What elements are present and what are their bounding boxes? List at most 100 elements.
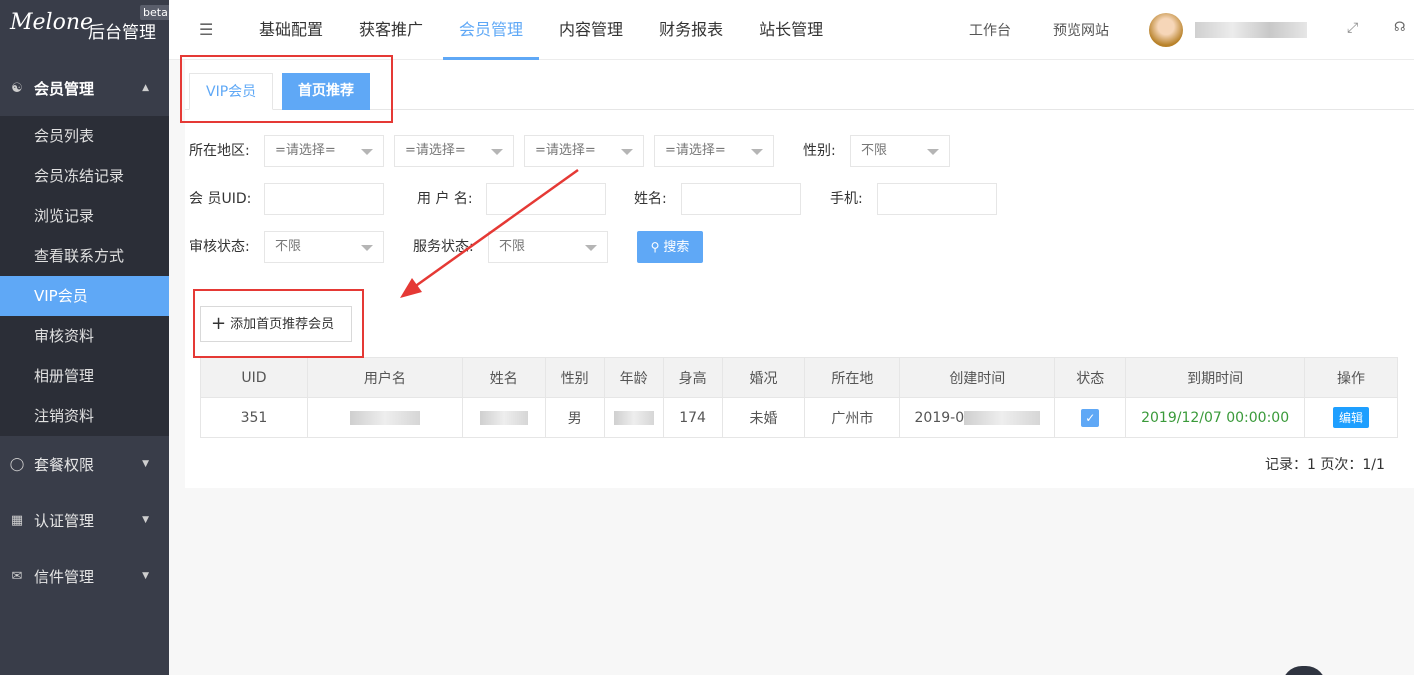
username-input[interactable] bbox=[486, 183, 606, 215]
th-age: 年龄 bbox=[603, 357, 664, 398]
sidebar-item-vip[interactable]: VIP会员 bbox=[0, 276, 169, 316]
created-prefix: 2019-0 bbox=[914, 409, 965, 426]
service-status-label: 服务状态: bbox=[413, 239, 474, 255]
blurred-created bbox=[964, 410, 1041, 425]
annotation-box-tabs bbox=[180, 55, 393, 123]
caret-down-icon bbox=[621, 149, 633, 155]
province-select[interactable]: =请选择= bbox=[264, 135, 384, 167]
th-created: 创建时间 bbox=[899, 357, 1056, 398]
region-label: 所在地区: bbox=[189, 143, 250, 159]
user-icon: ☯ bbox=[11, 80, 23, 96]
content-card: VIP会员 首页推荐 所在地区: =请选择= =请选择= =请选择= =请选择=… bbox=[185, 60, 1414, 488]
avatar[interactable] bbox=[1149, 13, 1183, 47]
sidebar-item-album[interactable]: 相册管理 bbox=[0, 356, 169, 396]
cell-username bbox=[306, 397, 463, 438]
sidebar-item-cancel[interactable]: 注销资料 bbox=[0, 396, 169, 436]
phone-label: 手机: bbox=[830, 191, 863, 207]
gender-label: 性别: bbox=[803, 143, 836, 159]
chevron-down-icon: ▼ bbox=[142, 459, 149, 469]
logo-script: Melone bbox=[10, 10, 94, 35]
th-height: 身高 bbox=[662, 357, 723, 398]
username-blurred[interactable] bbox=[1195, 22, 1307, 38]
th-status: 状态 bbox=[1054, 357, 1127, 398]
cell-uid: 351 bbox=[200, 397, 308, 438]
gender-select[interactable]: 不限 bbox=[850, 135, 950, 167]
beta-badge: beta bbox=[140, 5, 171, 20]
checkbox-checked-icon[interactable]: ✓ bbox=[1081, 408, 1100, 427]
th-name: 姓名 bbox=[461, 357, 546, 398]
th-uid: UID bbox=[200, 357, 308, 398]
caret-down-icon bbox=[361, 149, 373, 155]
select-value: =请选择= bbox=[535, 143, 596, 158]
logo-title: 后台管理 bbox=[88, 23, 156, 43]
id-card-icon: ▦ bbox=[10, 512, 24, 528]
search-button[interactable]: ⚲ 搜索 bbox=[637, 231, 703, 263]
th-location: 所在地 bbox=[804, 357, 901, 398]
select-value: =请选择= bbox=[275, 143, 336, 158]
select-value: 不限 bbox=[275, 239, 302, 254]
cell-status: ✓ bbox=[1054, 397, 1127, 438]
th-gender: 性别 bbox=[544, 357, 605, 398]
caret-down-icon bbox=[751, 149, 763, 155]
cell-name bbox=[461, 397, 546, 438]
name-label: 姓名: bbox=[634, 191, 667, 207]
headset-icon[interactable]: ☊ bbox=[1394, 20, 1406, 35]
floating-widget[interactable] bbox=[1282, 666, 1326, 675]
top-nav-admin[interactable]: 站长管理 bbox=[743, 0, 839, 60]
cell-gender: 男 bbox=[544, 397, 605, 438]
sidebar-group-label: 认证管理 bbox=[34, 511, 95, 530]
cell-action: 编辑 bbox=[1304, 397, 1398, 438]
preview-site-link[interactable]: 预览网站 bbox=[1053, 20, 1109, 40]
chevron-up-icon: ▲ bbox=[142, 83, 149, 93]
top-nav-promotion[interactable]: 获客推广 bbox=[343, 0, 439, 60]
pager-info: 记录：1 页次：1/1 bbox=[1265, 457, 1385, 473]
menu-toggle-icon[interactable]: ☰ bbox=[199, 20, 213, 39]
sidebar-group-label: 会员管理 bbox=[34, 79, 95, 98]
sidebar-item-audit[interactable]: 审核资料 bbox=[0, 316, 169, 356]
top-nav-finance[interactable]: 财务报表 bbox=[643, 0, 739, 60]
sidebar-group-mail[interactable]: ✉ 信件管理 ▼ bbox=[0, 548, 169, 604]
top-nav-member[interactable]: 会员管理 bbox=[443, 0, 540, 60]
top-links: 工作台 预览网站 bbox=[969, 0, 1151, 60]
search-button-label: 搜索 bbox=[663, 240, 690, 255]
top-nav: 基础配置 获客推广 会员管理 内容管理 财务报表 站长管理 bbox=[243, 0, 843, 60]
edit-button[interactable]: 编辑 bbox=[1333, 407, 1370, 428]
top-nav-content[interactable]: 内容管理 bbox=[543, 0, 639, 60]
select-value: 不限 bbox=[861, 143, 888, 158]
audit-status-select[interactable]: 不限 bbox=[264, 231, 384, 263]
logo: Melone 后台管理 beta bbox=[0, 0, 171, 60]
th-action: 操作 bbox=[1304, 357, 1398, 398]
workbench-link[interactable]: 工作台 bbox=[969, 20, 1011, 40]
phone-input[interactable] bbox=[877, 183, 997, 215]
name-input[interactable] bbox=[681, 183, 801, 215]
th-username: 用户名 bbox=[306, 357, 463, 398]
sidebar-item-freeze-records[interactable]: 会员冻结记录 bbox=[0, 156, 169, 196]
th-marriage: 婚况 bbox=[721, 357, 806, 398]
top-nav-basic[interactable]: 基础配置 bbox=[243, 0, 339, 60]
sidebar-group-package[interactable]: ◯ 套餐权限 ▼ bbox=[0, 436, 169, 492]
chevron-down-icon: ▼ bbox=[142, 515, 149, 525]
sidebar-item-browse-records[interactable]: 浏览记录 bbox=[0, 196, 169, 236]
sidebar-group-member[interactable]: ☯ 会员管理 ▲ bbox=[0, 60, 169, 116]
uid-input[interactable] bbox=[264, 183, 384, 215]
th-expire: 到期时间 bbox=[1125, 357, 1306, 398]
area-select[interactable]: =请选择= bbox=[654, 135, 774, 167]
table-row: 351 男 174 未婚 广州市 2019-0 ✓ 2019/12/07 00:… bbox=[200, 397, 1398, 438]
fullscreen-icon[interactable]: ⤢ bbox=[1347, 20, 1358, 36]
sidebar-item-contact-view[interactable]: 查看联系方式 bbox=[0, 236, 169, 276]
cell-age bbox=[603, 397, 664, 438]
city-select[interactable]: =请选择= bbox=[394, 135, 514, 167]
cell-marriage: 未婚 bbox=[721, 397, 806, 438]
cell-expire: 2019/12/07 00:00:00 bbox=[1125, 397, 1306, 438]
caret-down-icon bbox=[927, 149, 939, 155]
uid-label: 会 员UID: bbox=[189, 191, 252, 207]
district-select[interactable]: =请选择= bbox=[524, 135, 644, 167]
service-status-select[interactable]: 不限 bbox=[488, 231, 608, 263]
cell-height: 174 bbox=[662, 397, 723, 438]
sidebar-item-member-list[interactable]: 会员列表 bbox=[0, 116, 169, 156]
sidebar-group-label: 套餐权限 bbox=[34, 455, 95, 474]
caret-down-icon bbox=[491, 149, 503, 155]
sidebar-group-cert[interactable]: ▦ 认证管理 ▼ bbox=[0, 492, 169, 548]
sidebar-group-label: 信件管理 bbox=[34, 567, 95, 586]
select-value: =请选择= bbox=[405, 143, 466, 158]
